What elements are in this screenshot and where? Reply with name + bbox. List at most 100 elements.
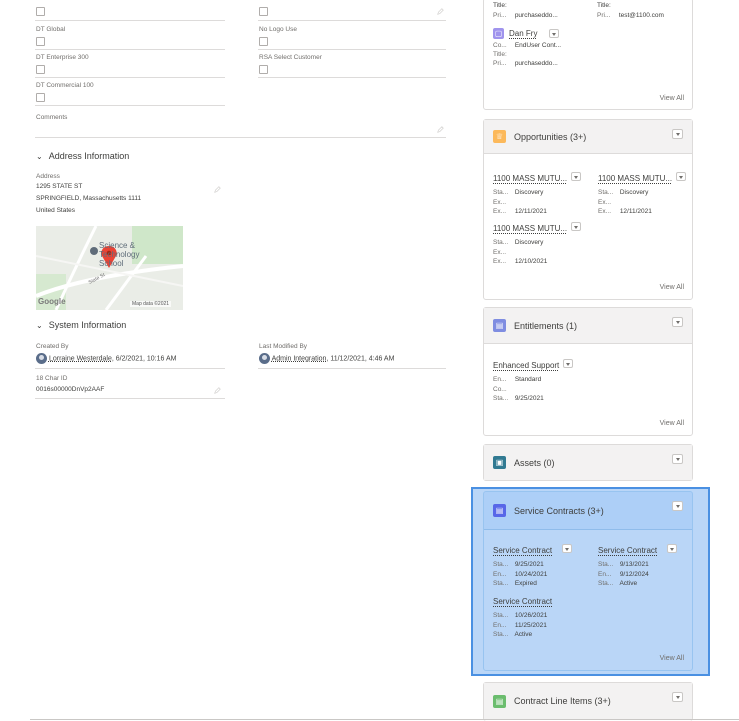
google-logo: Google — [38, 297, 66, 306]
contact-pri-b: Pri... test@1100.com — [597, 12, 664, 19]
entitlement-item: Enhanced Support En... Standard Co... St… — [493, 355, 574, 404]
dt-enterprise-300-checkbox[interactable] — [36, 65, 45, 74]
assets-menu-button[interactable] — [672, 454, 683, 464]
service-contract-item: Service Contract Sta... 10/26/2021 En...… — [493, 597, 553, 638]
opportunity-row-menu[interactable] — [571, 222, 582, 232]
pencil-icon[interactable] — [437, 126, 444, 133]
field-underline — [258, 77, 446, 78]
pencil-icon[interactable] — [437, 8, 444, 15]
field-underline — [35, 398, 225, 399]
contact-name-link[interactable]: Dan Fry — [509, 29, 537, 38]
opportunities-title[interactable]: Opportunities (3+) — [514, 132, 586, 142]
view-all-link[interactable]: View All — [660, 95, 684, 102]
address-label: Address — [36, 173, 60, 180]
contact-pri-a: Pri... purchaseddo... — [493, 12, 558, 19]
dt-global-checkbox[interactable] — [36, 37, 45, 46]
no-logo-use-checkbox[interactable] — [259, 37, 268, 46]
assets-title[interactable]: Assets (0) — [514, 458, 555, 468]
opportunities-header: ♕ Opportunities (3+) — [484, 120, 692, 154]
service-contract-link[interactable]: Service Contract — [493, 597, 552, 606]
opportunity-item: 1100 MASS MUTU... Sta... Discovery Ex...… — [493, 168, 582, 217]
service-contract-link[interactable]: Service Contract — [598, 546, 657, 555]
entitlements-card: ▤ Entitlements (1) Enhanced Support En..… — [483, 307, 693, 436]
created-by-label: Created By — [36, 343, 69, 350]
view-all-link[interactable]: View All — [660, 420, 684, 427]
contact-dan-fry: ▢ Dan Fry — [493, 28, 560, 39]
service-contracts-header: ▤ Service Contracts (3+) — [484, 492, 692, 530]
checkbox-top-right[interactable] — [259, 7, 268, 16]
field-underline — [35, 49, 225, 50]
char-id-label: 18 Char ID — [36, 375, 68, 382]
field-underline — [258, 368, 446, 369]
page-bottom-divider — [30, 719, 739, 720]
avatar — [36, 353, 47, 364]
entitlements-menu-button[interactable] — [672, 317, 683, 327]
no-logo-use-label: No Logo Use — [259, 26, 297, 33]
chevron-down-icon: ⌄ — [36, 151, 43, 161]
last-modified-user-link[interactable]: Admin Integration — [272, 355, 327, 362]
address-line1: 1295 STATE ST — [36, 183, 83, 190]
dt-global-label: DT Global — [36, 26, 66, 33]
service-contract-row-menu[interactable] — [562, 544, 573, 554]
pencil-icon[interactable] — [214, 186, 221, 193]
field-underline — [35, 20, 225, 21]
entitlement-link[interactable]: Enhanced Support — [493, 361, 559, 370]
service-contracts-title[interactable]: Service Contracts (3+) — [514, 506, 604, 516]
field-underline — [35, 77, 225, 78]
opportunity-link[interactable]: 1100 MASS MUTU... — [598, 174, 672, 183]
opportunities-menu-button[interactable] — [672, 129, 683, 139]
chevron-down-icon: ⌄ — [36, 320, 43, 330]
field-underline — [258, 20, 446, 21]
contacts-card: Title: Title: Pri... purchaseddo... Pri.… — [483, 0, 693, 110]
contact-pri: Pri... purchaseddo... — [493, 60, 558, 67]
service-contract-icon: ▤ — [493, 504, 506, 517]
field-underline — [35, 105, 225, 106]
crown-icon: ♕ — [493, 130, 506, 143]
map-school-label: Science & Technology School — [99, 241, 140, 268]
service-contract-row-menu[interactable] — [667, 544, 678, 554]
assets-header: ▣ Assets (0) — [484, 445, 692, 480]
address-line2: SPRINGFIELD, Massachusetts 1111 — [36, 195, 142, 202]
contract-line-items-header: ▤ Contract Line Items (3+) — [484, 683, 692, 719]
comments-label: Comments — [36, 114, 68, 121]
map-data-attribution: Map data ©2021 — [130, 301, 172, 307]
system-section-title: System Information — [48, 320, 127, 330]
service-contract-item: Service Contract Sta... 9/25/2021 En... … — [493, 540, 573, 589]
service-contract-link[interactable]: Service Contract — [493, 546, 552, 555]
opportunity-link[interactable]: 1100 MASS MUTU... — [493, 174, 567, 183]
service-contracts-menu-button[interactable] — [672, 501, 683, 511]
address-line3: United States — [36, 207, 76, 214]
opportunity-row-menu[interactable] — [571, 172, 582, 182]
created-by-date: , 6/2/2021, 10:16 AM — [111, 355, 177, 363]
opportunities-card: ♕ Opportunities (3+) 1100 MASS MUTU... S… — [483, 119, 693, 300]
view-all-link[interactable]: View All — [660, 284, 684, 291]
assets-card: ▣ Assets (0) — [483, 444, 693, 481]
opportunity-item: 1100 MASS MUTU... Sta... Discovery Ex...… — [598, 168, 687, 217]
dt-commercial-100-label: DT Commercial 100 — [36, 82, 94, 89]
contract-line-items-title[interactable]: Contract Line Items (3+) — [514, 696, 611, 706]
service-contracts-card: ▤ Service Contracts (3+) Service Contrac… — [483, 491, 693, 671]
last-modified-value: Admin Integration, 11/12/2021, 4:46 AM — [259, 353, 394, 364]
created-by-user-link[interactable]: Lorraine Westerdale — [49, 355, 112, 362]
system-section-header[interactable]: ⌄ System Information — [36, 320, 126, 330]
rsa-select-customer-checkbox[interactable] — [259, 65, 268, 74]
view-all-link[interactable]: View All — [660, 655, 684, 662]
opportunity-row-menu[interactable] — [676, 172, 687, 182]
contact-title-a: Title: — [493, 2, 507, 9]
address-section-header[interactable]: ⌄ Address Information — [36, 151, 129, 161]
checkbox-top-left[interactable] — [36, 7, 45, 16]
opportunity-link[interactable]: 1100 MASS MUTU... — [493, 224, 567, 233]
asset-icon: ▣ — [493, 456, 506, 469]
created-by-value: Lorraine Westerdale, 6/2/2021, 10:16 AM — [36, 353, 176, 364]
contact-title-b: Title: — [597, 2, 611, 9]
address-map[interactable]: Science & Technology School State St Goo… — [36, 226, 183, 310]
pencil-icon[interactable] — [214, 387, 221, 394]
contract-line-items-card: ▤ Contract Line Items (3+) — [483, 682, 693, 721]
entitlement-row-menu[interactable] — [563, 359, 574, 369]
contract-line-item-icon: ▤ — [493, 694, 506, 708]
dt-commercial-100-checkbox[interactable] — [36, 93, 45, 102]
entitlements-title[interactable]: Entitlements (1) — [514, 321, 577, 331]
rsa-select-customer-label: RSA Select Customer — [259, 54, 322, 61]
contact-row-menu[interactable] — [549, 29, 560, 38]
contract-line-items-menu-button[interactable] — [672, 692, 683, 702]
